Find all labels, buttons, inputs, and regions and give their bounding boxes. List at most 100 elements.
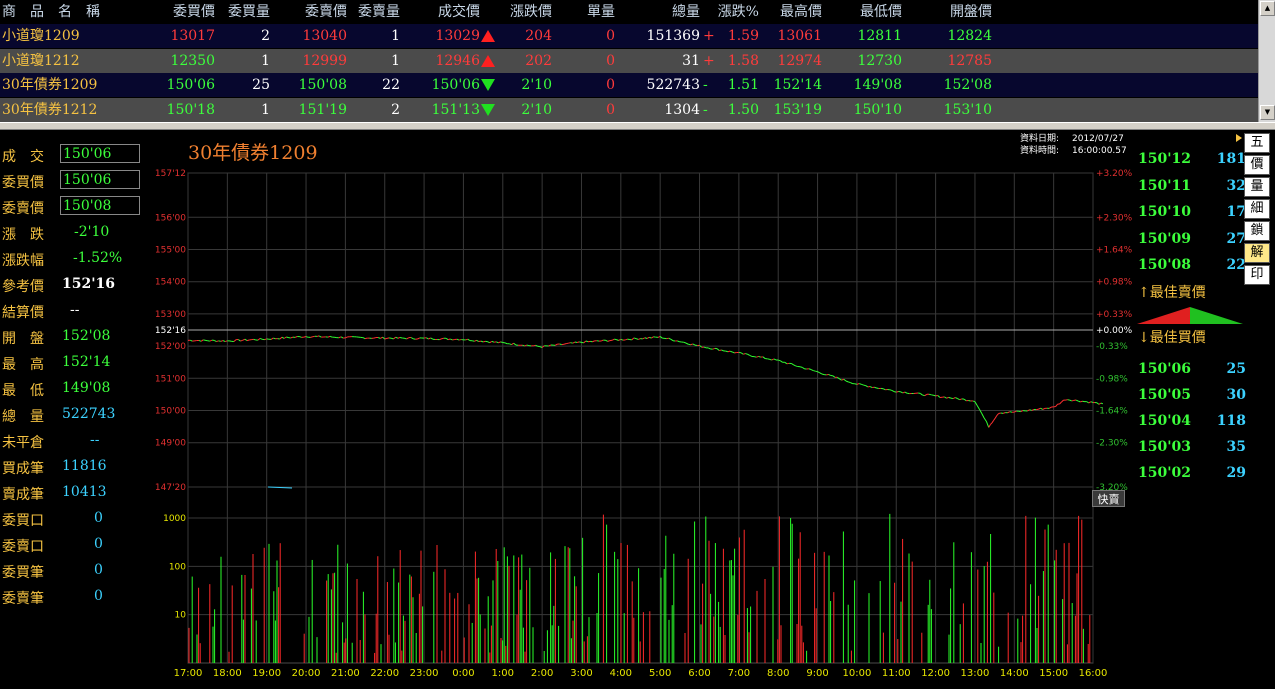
- view-button-5[interactable]: 解: [1244, 243, 1270, 263]
- price-line-segment: [944, 397, 946, 398]
- bid-row[interactable]: 150'0530: [1138, 383, 1246, 407]
- price-line-segment: [282, 337, 284, 338]
- quote-cell-high: 12974: [760, 49, 822, 73]
- quote-cell-ask: 13040: [275, 24, 347, 48]
- fast-sell-button[interactable]: 快賣: [1092, 490, 1125, 507]
- price-line-segment: [743, 354, 745, 355]
- pct-tick-label: +0.00%: [1096, 326, 1133, 336]
- price-tick-label: 151'00: [155, 374, 186, 384]
- column-header[interactable]: 委買量: [218, 0, 270, 24]
- price-line-segment: [997, 414, 999, 416]
- price-line-segment: [1010, 412, 1012, 413]
- expand-arrow-icon[interactable]: [1234, 133, 1244, 143]
- price-line-segment: [448, 339, 450, 340]
- ask-row[interactable]: 150'0927: [1138, 227, 1246, 251]
- view-button-4[interactable]: 鎖: [1244, 221, 1270, 241]
- quote-row[interactable]: 小道瓊1212123501129991129462020311.58129741…: [0, 49, 1258, 73]
- price-line-segment: [219, 341, 221, 342]
- quote-row[interactable]: 30年債券1209150'0625150'0822150'062'1005227…: [0, 73, 1258, 97]
- bid-row[interactable]: 150'04118: [1138, 409, 1246, 433]
- price-line-segment: [299, 337, 301, 338]
- column-header[interactable]: 漲跌%: [717, 0, 759, 24]
- column-header[interactable]: 單量: [560, 0, 615, 24]
- vertical-scrollbar[interactable]: ▲ ▼: [1258, 0, 1275, 122]
- price-line-segment: [894, 392, 896, 393]
- price-line-segment: [1076, 400, 1078, 401]
- triangle-up-icon: [481, 30, 495, 42]
- price-tick-label: 152'00: [155, 342, 186, 352]
- view-button-3[interactable]: 細: [1244, 199, 1270, 219]
- price-line-segment: [1043, 408, 1045, 409]
- bid-row[interactable]: 150'0625: [1138, 357, 1246, 381]
- price-line-segment: [254, 339, 256, 340]
- column-header[interactable]: 最低價: [840, 0, 902, 24]
- view-button-0[interactable]: 五: [1244, 133, 1270, 153]
- column-header[interactable]: 委賣價: [275, 0, 347, 24]
- price-line-segment: [1097, 403, 1099, 405]
- x-tick-label: 11:00: [882, 668, 911, 679]
- price-line-segment: [1049, 407, 1051, 408]
- ask-row[interactable]: 150'1132: [1138, 174, 1246, 198]
- detail-value: 149'08: [62, 380, 110, 396]
- view-button-1[interactable]: 價: [1244, 155, 1270, 175]
- price-line-segment: [741, 353, 743, 355]
- column-header[interactable]: 開盤價: [920, 0, 992, 24]
- ask-row[interactable]: 150'1017: [1138, 200, 1246, 224]
- price-line-segment: [428, 338, 430, 339]
- column-header[interactable]: 委買價: [150, 0, 215, 24]
- column-header[interactable]: 總量: [620, 0, 700, 24]
- price-line-segment: [859, 384, 861, 385]
- x-tick-label: 1:00: [492, 668, 514, 679]
- quote-cell-ask: 151'19: [275, 98, 347, 122]
- price-line-segment: [994, 418, 996, 420]
- price-line-segment: [1070, 400, 1072, 401]
- x-tick-label: 9:00: [806, 668, 828, 679]
- bid-price: 150'06: [1138, 361, 1191, 377]
- column-header[interactable]: 成交價: [410, 0, 480, 24]
- detail-row: 委買筆0: [2, 560, 148, 584]
- ask-price: 150'11: [1138, 178, 1191, 194]
- splitter[interactable]: [0, 122, 1275, 130]
- price-line-segment: [496, 342, 498, 343]
- price-tick-label: 153'00: [155, 310, 186, 320]
- price-line-segment: [243, 339, 245, 340]
- ask-row[interactable]: 150'12181: [1138, 147, 1246, 171]
- price-line-segment: [929, 394, 931, 395]
- price-line-segment: [391, 338, 393, 339]
- price-line-segment: [901, 392, 903, 393]
- intraday-chart[interactable]: 30年債券1209資料日期:2012/07/27資料時間:16:00:00.57…: [150, 131, 1135, 685]
- price-line-segment: [745, 354, 747, 355]
- column-header[interactable]: 委賣量: [345, 0, 400, 24]
- scroll-down-icon[interactable]: ▼: [1260, 105, 1275, 120]
- scroll-up-icon[interactable]: ▲: [1260, 1, 1275, 16]
- price-line-segment: [612, 339, 614, 340]
- price-line-segment: [890, 390, 892, 391]
- price-line-segment: [1003, 413, 1005, 414]
- view-button-6[interactable]: 印: [1244, 265, 1270, 285]
- price-line-segment: [586, 341, 588, 342]
- price-line-segment: [877, 388, 879, 389]
- quote-cell-low: 12811: [840, 24, 902, 48]
- price-line-segment: [785, 362, 787, 364]
- column-header[interactable]: 最高價: [760, 0, 822, 24]
- price-line-segment: [730, 351, 732, 352]
- data-time-label: 資料時間:: [1020, 144, 1059, 156]
- quote-row[interactable]: 小道瓊12091301721304011302920401513691.5913…: [0, 24, 1258, 48]
- column-header[interactable]: 漲跌價: [497, 0, 552, 24]
- bid-row[interactable]: 150'0229: [1138, 461, 1246, 485]
- quote-row[interactable]: 30年債券1212150'181151'192151'132'10013041.…: [0, 98, 1258, 122]
- quote-cell-open: 12824: [920, 24, 992, 48]
- quote-cell-low: 150'10: [840, 98, 902, 122]
- ask-row[interactable]: 150'0822: [1138, 253, 1246, 277]
- price-line-segment: [579, 342, 581, 343]
- price-line-segment: [555, 344, 557, 345]
- detail-label: 委賣筆: [2, 588, 44, 608]
- column-header[interactable]: 商 品 名 稱: [2, 0, 142, 24]
- quote-cell-pct-sign: +: [703, 24, 715, 48]
- view-button-2[interactable]: 量: [1244, 177, 1270, 197]
- detail-label: 最 高: [2, 354, 44, 374]
- price-line-segment: [1099, 403, 1101, 404]
- price-line-segment: [490, 341, 492, 342]
- bid-volume: 30: [1227, 387, 1246, 403]
- bid-row[interactable]: 150'0335: [1138, 435, 1246, 459]
